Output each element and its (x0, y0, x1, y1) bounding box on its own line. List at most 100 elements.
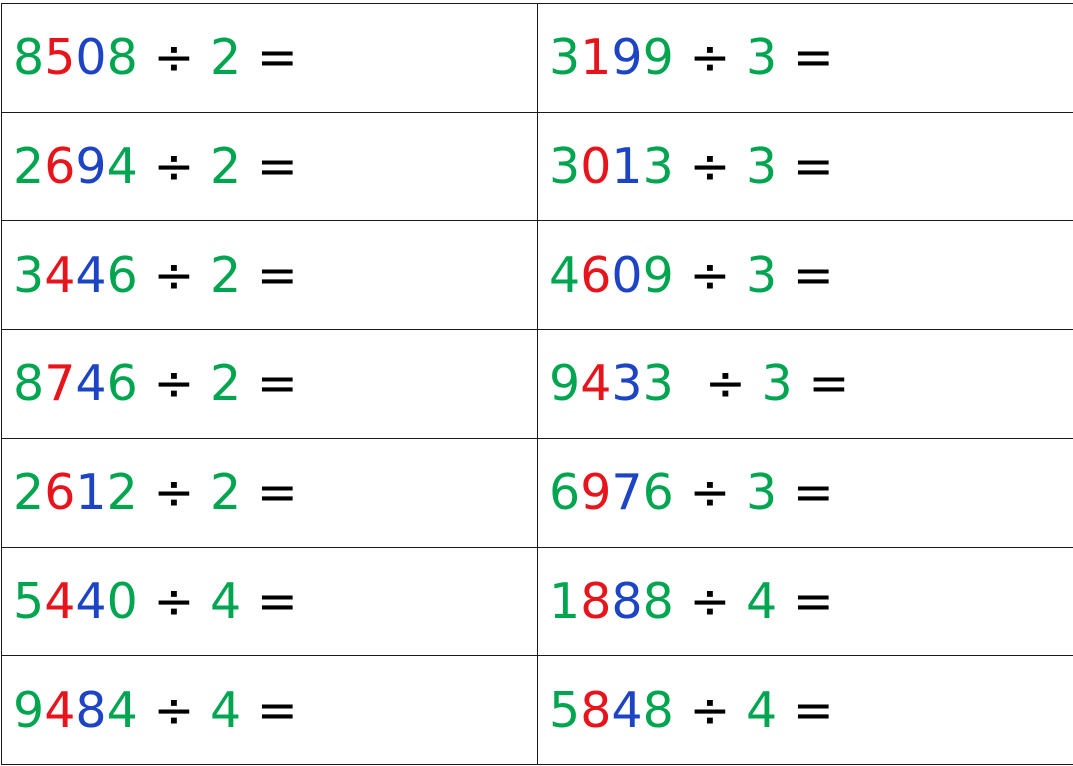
equals-sign: = (792, 138, 834, 196)
divisor: 2 (209, 29, 242, 87)
worksheet-body: 8508 ÷ 2 = 3199 ÷ 3 = 2694 ÷ 2 = 3013 ÷ 3 =… (1, 3, 1073, 765)
equals-sign: = (792, 29, 834, 87)
ones-digit: 6 (106, 246, 138, 304)
division-worksheet-table: 8508 ÷ 2 = 3199 ÷ 3 = 2694 ÷ 2 = 3013 ÷ 3 =… (1, 3, 1073, 765)
divisor: 2 (209, 355, 242, 413)
hundreds-digit: 6 (44, 464, 76, 522)
tens-digit: 4 (75, 572, 107, 630)
division-problem-left: 8746 ÷ 2 = (1, 329, 538, 439)
problem-row: 2612 ÷ 2 = 6976 ÷ 3 = (1, 437, 1073, 548)
ones-digit: 6 (106, 355, 138, 413)
tens-digit: 8 (611, 572, 643, 630)
tens-digit: 4 (75, 246, 107, 304)
problem-row: 8746 ÷ 2 = 9433 ÷ 3 = (1, 329, 1073, 439)
divisor: 4 (745, 681, 778, 739)
hundreds-digit: 4 (580, 355, 612, 413)
division-problem-right: 9433 ÷ 3 = (537, 329, 1073, 439)
ones-digit: 9 (642, 246, 674, 304)
equals-sign: = (256, 681, 298, 739)
divide-sign: ÷ (153, 246, 195, 304)
thousands-digit: 8 (13, 29, 45, 87)
division-problem-left: 2694 ÷ 2 = (1, 111, 538, 222)
equals-sign: = (808, 355, 850, 413)
problem-row: 8508 ÷ 2 = 3199 ÷ 3 = (1, 3, 1073, 113)
hundreds-digit: 6 (580, 246, 612, 304)
divisor: 3 (745, 246, 778, 304)
hundreds-digit: 6 (44, 138, 76, 196)
thousands-digit: 8 (13, 355, 45, 413)
thousands-digit: 3 (549, 138, 581, 196)
hundreds-digit: 4 (44, 246, 76, 304)
hundreds-digit: 7 (44, 355, 76, 413)
divisor: 4 (209, 572, 242, 630)
divide-sign: ÷ (689, 138, 731, 196)
tens-digit: 4 (75, 355, 107, 413)
divisor: 3 (745, 29, 778, 87)
hundreds-digit: 4 (44, 572, 76, 630)
ones-digit: 9 (642, 29, 674, 87)
ones-digit: 8 (642, 572, 674, 630)
divide-sign: ÷ (689, 246, 731, 304)
tens-digit: 7 (611, 464, 643, 522)
divide-sign: ÷ (153, 681, 195, 739)
thousands-digit: 4 (549, 246, 581, 304)
equals-sign: = (792, 681, 834, 739)
hundreds-digit: 1 (580, 29, 612, 87)
thousands-digit: 9 (13, 681, 45, 739)
equals-sign: = (256, 29, 298, 87)
tens-digit: 9 (75, 138, 107, 196)
hundreds-digit: 8 (580, 572, 612, 630)
divide-sign: ÷ (689, 29, 731, 87)
hundreds-digit: 5 (44, 29, 76, 87)
divide-sign: ÷ (153, 29, 195, 87)
division-problem-left: 5440 ÷ 4 = (1, 546, 538, 657)
hundreds-digit: 0 (580, 138, 612, 196)
tens-digit: 8 (75, 681, 107, 739)
divide-sign: ÷ (704, 355, 746, 413)
divisor: 2 (209, 138, 242, 196)
ones-digit: 8 (106, 29, 138, 87)
hundreds-digit: 8 (580, 681, 612, 739)
division-problem-right: 1888 ÷ 4 = (537, 546, 1073, 657)
problem-row: 3446 ÷ 2 = 4609 ÷ 3 = (1, 220, 1073, 331)
ones-digit: 0 (106, 572, 138, 630)
equals-sign: = (256, 464, 298, 522)
division-problem-left: 3446 ÷ 2 = (1, 220, 538, 331)
ones-digit: 6 (642, 464, 674, 522)
problem-row: 9484 ÷ 4 = 5848 ÷ 4 = (1, 655, 1073, 765)
tens-digit: 1 (611, 138, 643, 196)
problem-row: 2694 ÷ 2 = 3013 ÷ 3 = (1, 111, 1073, 222)
thousands-digit: 6 (549, 464, 581, 522)
division-problem-left: 9484 ÷ 4 = (1, 655, 538, 765)
division-problem-right: 3199 ÷ 3 = (537, 3, 1073, 113)
divide-sign: ÷ (153, 138, 195, 196)
thousands-digit: 3 (549, 29, 581, 87)
division-problem-right: 3013 ÷ 3 = (537, 111, 1073, 222)
thousands-digit: 2 (13, 464, 45, 522)
ones-digit: 3 (642, 355, 674, 413)
thousands-digit: 2 (13, 138, 45, 196)
tens-digit: 0 (75, 29, 107, 87)
equals-sign: = (792, 246, 834, 304)
thousands-digit: 5 (13, 572, 45, 630)
thousands-digit: 3 (13, 246, 45, 304)
tens-digit: 1 (75, 464, 107, 522)
division-problem-left: 8508 ÷ 2 = (1, 3, 538, 113)
equals-sign: = (792, 572, 834, 630)
problem-row: 5440 ÷ 4 = 1888 ÷ 4 = (1, 546, 1073, 657)
tens-digit: 0 (611, 246, 643, 304)
divide-sign: ÷ (153, 464, 195, 522)
divide-sign: ÷ (689, 572, 731, 630)
divisor: 2 (209, 246, 242, 304)
